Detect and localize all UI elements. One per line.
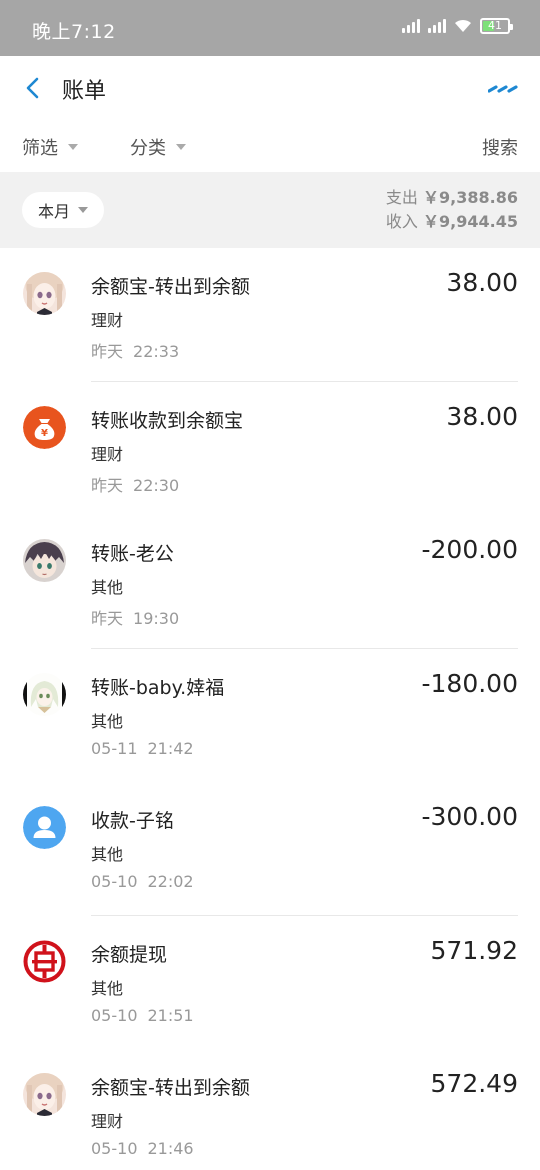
transaction-row[interactable]: 余额宝-转出到余额 理财 昨天 22:33 38.00 <box>0 248 540 382</box>
status-time: 晚上7:12 <box>32 21 116 43</box>
transaction-time: 昨天 22:30 <box>91 472 179 496</box>
month-selector[interactable]: 本月 <box>22 192 105 228</box>
category-label: 分类 <box>130 138 166 159</box>
bank-logo-icon <box>23 939 66 983</box>
battery-icon: 41 <box>480 18 513 34</box>
money-bag-icon: ¥ <box>23 405 66 449</box>
category-dropdown[interactable]: 分类 <box>130 134 186 160</box>
transaction-clock: 21:46 <box>147 1139 194 1158</box>
transaction-date: 05-11 <box>91 738 138 758</box>
signal-icon-2 <box>428 19 446 33</box>
transaction-amount: -300.00 <box>421 802 519 831</box>
transaction-time: 昨天 22:33 <box>91 338 179 362</box>
transaction-title: 收款-子铭 <box>91 810 174 832</box>
caret-down-icon <box>176 144 186 150</box>
transaction-date: 05-10 <box>91 1139 138 1158</box>
transaction-title: 余额提现 <box>91 943 168 966</box>
doll-avatar <box>23 1073 66 1116</box>
transaction-category: 其他 <box>91 578 124 597</box>
transaction-amount: -180.00 <box>421 668 519 698</box>
transaction-title: 转账收款到余额宝 <box>91 409 244 432</box>
transaction-row[interactable]: 余额提现 其他 05-10 21:51 571.92 <box>0 916 540 1050</box>
transaction-amount: -200.00 <box>421 535 519 564</box>
transaction-list: 余额宝-转出到余额 理财 昨天 22:33 38.00 ¥ 转账收款到余额宝 理财… <box>0 248 540 1170</box>
doll-avatar <box>23 272 66 315</box>
transaction-category: 理财 <box>91 311 124 330</box>
more-dots-icon <box>487 85 518 93</box>
transaction-title: 转账-老公 <box>91 543 174 565</box>
transaction-date: 昨天 <box>91 475 124 495</box>
back-button[interactable] <box>18 72 50 104</box>
transaction-row[interactable]: 转账-baby.婞福 其他 05-11 21:42 -180.00 <box>0 649 540 783</box>
transaction-clock: 22:02 <box>147 872 194 891</box>
transaction-amount: 38.00 <box>446 401 518 431</box>
transaction-category: 其他 <box>91 845 124 864</box>
transaction-date: 05-10 <box>91 872 138 891</box>
income-label: 收入 <box>385 212 418 231</box>
totals: 支出 ￥9,388.86 收入 ￥9,944.45 <box>386 186 518 234</box>
status-bar: 晚上7:12 41 <box>0 0 540 56</box>
expense-total: 支出 ￥9,388.86 <box>386 186 518 210</box>
search-button[interactable]: 搜索 <box>482 134 518 160</box>
anime-boy-avatar <box>23 539 66 582</box>
wifi-icon <box>455 19 471 32</box>
filter-label: 筛选 <box>22 138 58 159</box>
transaction-title: 余额宝-转出到余额 <box>91 1077 250 1099</box>
transaction-time: 05-10 21:46 <box>91 1139 194 1158</box>
transaction-date: 05-10 <box>91 1005 138 1025</box>
expense-amount: ￥9,388.86 <box>423 188 518 207</box>
default-user-icon <box>23 806 66 849</box>
caret-down-icon <box>68 144 78 150</box>
chevron-left-icon <box>26 77 39 99</box>
transaction-clock: 19:30 <box>133 609 180 628</box>
transaction-title: 转账-baby.婞福 <box>91 676 225 699</box>
status-icons: 41 <box>402 18 513 34</box>
transaction-time: 05-11 21:42 <box>91 739 194 758</box>
page-title: 账单 <box>62 79 107 104</box>
transaction-row[interactable]: ¥ 转账收款到余额宝 理财 昨天 22:30 38.00 <box>0 382 540 516</box>
month-summary: 本月 支出 ￥9,388.86 收入 ￥9,944.45 <box>0 172 540 248</box>
transaction-time: 05-10 22:02 <box>91 872 194 891</box>
transaction-category: 理财 <box>91 1112 124 1131</box>
transaction-category: 理财 <box>91 444 124 464</box>
signal-icon <box>402 19 420 33</box>
header: 账单 <box>0 56 540 120</box>
more-button[interactable] <box>487 78 518 98</box>
transaction-clock: 22:33 <box>133 342 180 361</box>
anime-girl-avatar <box>23 672 66 716</box>
transaction-date: 昨天 <box>91 609 124 628</box>
transaction-row[interactable]: 余额宝-转出到余额 理财 05-10 21:46 572.49 <box>0 1049 540 1170</box>
svg-text:¥: ¥ <box>41 428 48 439</box>
transaction-clock: 21:42 <box>147 738 194 758</box>
transaction-amount: 572.49 <box>430 1069 518 1098</box>
transaction-time: 05-10 21:51 <box>91 1006 194 1025</box>
filter-bar: 筛选 分类 搜索 <box>0 120 540 172</box>
income-total: 收入 ￥9,944.45 <box>386 210 518 234</box>
transaction-row[interactable]: 转账-老公 其他 昨天 19:30 -200.00 <box>0 515 540 649</box>
transaction-date: 昨天 <box>91 342 124 361</box>
filter-dropdown[interactable]: 筛选 <box>22 134 78 160</box>
transaction-title: 余额宝-转出到余额 <box>91 276 250 298</box>
transaction-clock: 22:30 <box>133 475 180 495</box>
income-amount: ￥9,944.45 <box>423 212 518 231</box>
battery-level: 41 <box>488 19 502 32</box>
transaction-category: 其他 <box>91 978 124 998</box>
transaction-row[interactable]: 收款-子铭 其他 05-10 22:02 -300.00 <box>0 782 540 916</box>
transaction-category: 其他 <box>91 711 124 731</box>
transaction-amount: 571.92 <box>430 935 518 965</box>
month-label: 本月 <box>38 202 71 221</box>
expense-label: 支出 <box>385 188 418 207</box>
caret-down-icon <box>78 207 89 213</box>
transaction-amount: 38.00 <box>446 268 518 297</box>
transaction-clock: 21:51 <box>147 1005 194 1025</box>
transaction-time: 昨天 19:30 <box>91 605 179 629</box>
